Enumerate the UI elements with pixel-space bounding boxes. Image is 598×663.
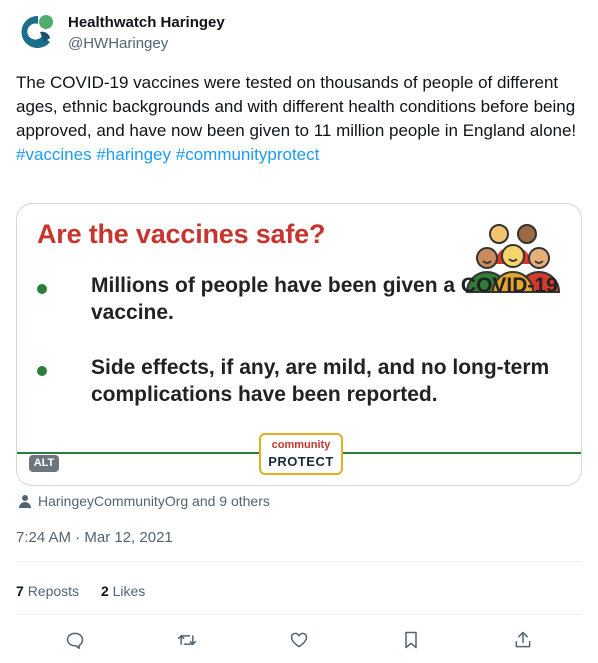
bullet-text: Millions of people have been given a COV… xyxy=(91,274,558,324)
reposts-count: 7 xyxy=(16,583,24,599)
like-button[interactable] xyxy=(283,624,315,656)
liked-by-row[interactable]: HaringeyCommunityOrg and 9 others xyxy=(18,492,270,510)
community-protect-logo: community PROTECT xyxy=(259,433,343,475)
hashtag-haringey[interactable]: #haringey xyxy=(96,145,171,164)
engagement-stats: 7 Reposts 2 Likes xyxy=(16,582,163,600)
hashtag-communityprotect[interactable]: #communityprotect xyxy=(176,145,320,164)
action-bar xyxy=(16,624,582,656)
bookmark-button[interactable] xyxy=(395,624,427,656)
media-title: Are the vaccines safe? xyxy=(37,219,326,249)
media-image[interactable]: Are the vaccines safe? Millions of peopl… xyxy=(16,203,582,486)
bullet-text: Side effects, if any, are mild, and no l… xyxy=(91,356,550,406)
likes-stat[interactable]: 2 Likes xyxy=(101,583,145,599)
bullet-dot-icon xyxy=(37,366,47,376)
repost-icon xyxy=(177,635,197,645)
likes-label: Likes xyxy=(112,583,146,599)
healthwatch-logo-icon[interactable] xyxy=(16,12,56,52)
logo-top-text: community xyxy=(271,439,331,451)
tweet-timestamp[interactable]: 7:24 AM · Mar 12, 2021 xyxy=(16,529,173,547)
reply-button[interactable] xyxy=(59,624,91,656)
repost-button[interactable] xyxy=(171,624,203,656)
author-name[interactable]: Healthwatch Haringey xyxy=(68,14,225,32)
logo-bottom-text: PROTECT xyxy=(268,454,334,469)
hashtag-list: #vaccines #haringey #communityprotect xyxy=(16,143,582,167)
bookmark-icon xyxy=(405,631,417,649)
author-handle[interactable]: @HWHaringey xyxy=(68,35,168,53)
reposts-stat[interactable]: 7 Reposts xyxy=(16,583,79,599)
share-button[interactable] xyxy=(507,624,539,656)
divider xyxy=(16,614,582,615)
tweet-text: The COVID-19 vaccines were tested on tho… xyxy=(16,71,582,167)
reposts-label: Reposts xyxy=(27,583,80,599)
likes-count: 2 xyxy=(100,583,109,599)
bullet-dot-icon xyxy=(37,284,47,294)
share-icon xyxy=(515,631,531,648)
alt-text-badge[interactable]: ALT xyxy=(29,455,59,472)
divider xyxy=(16,561,582,562)
hashtag-vaccines[interactable]: #vaccines xyxy=(16,145,92,164)
liked-by-text: HaringeyCommunityOrg and 9 others xyxy=(38,493,270,509)
reply-icon xyxy=(66,632,84,650)
like-icon xyxy=(290,632,308,648)
tweet-body: The COVID-19 vaccines were tested on tho… xyxy=(16,73,577,140)
person-icon xyxy=(19,495,31,508)
tweet-header: Healthwatch Haringey @HWHaringey xyxy=(16,12,582,56)
